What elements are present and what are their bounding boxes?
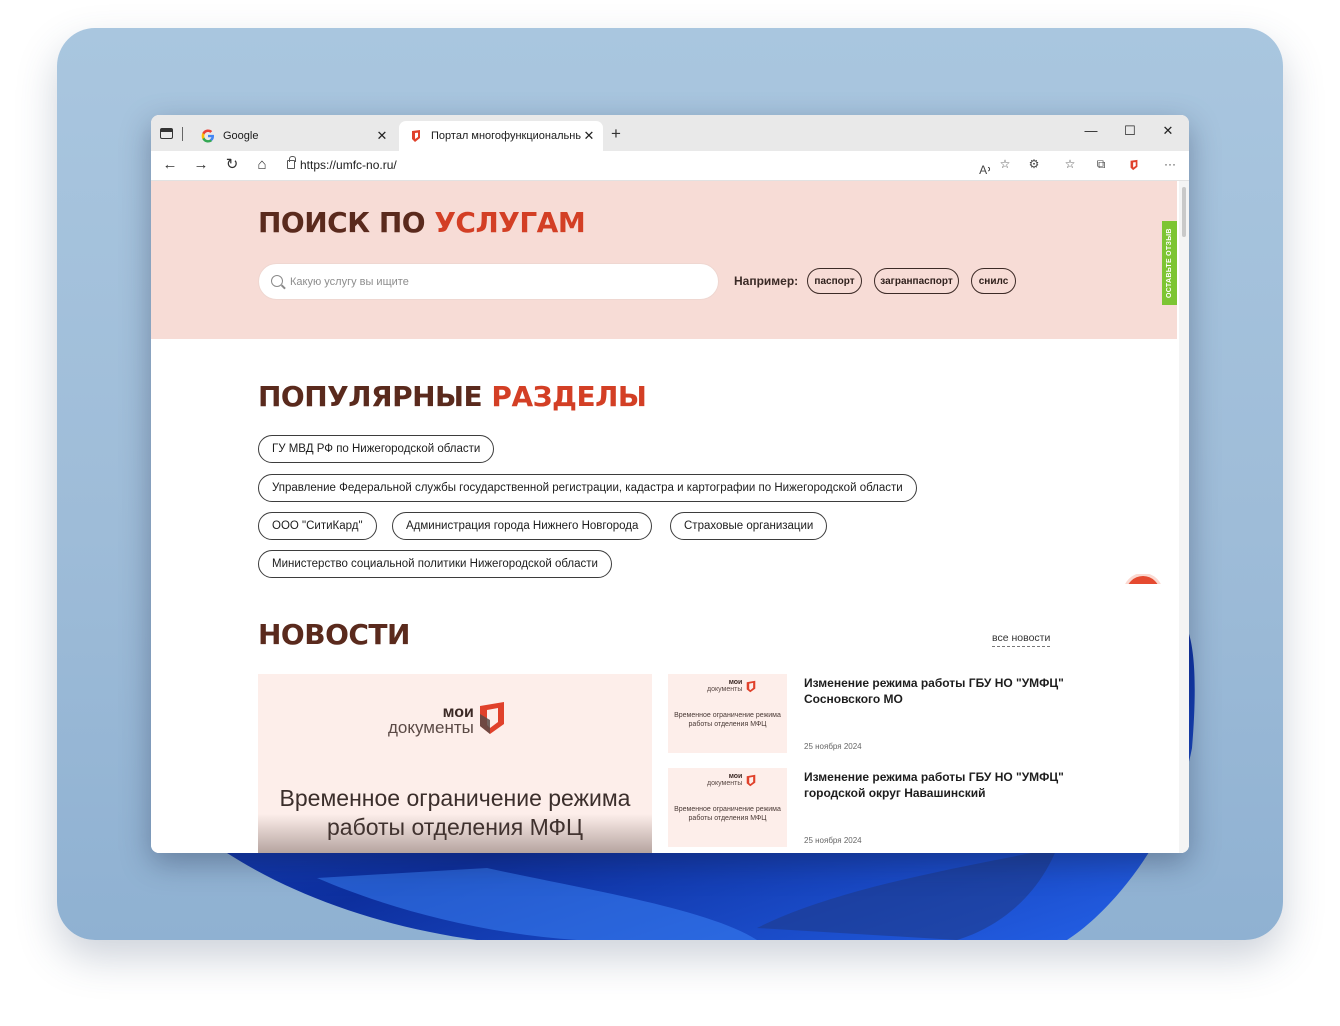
search-heading: ПОИСК ПО УСЛУГАМ (258, 206, 586, 239)
search-section: ПОИСК ПО УСЛУГАМ Например: паспорт загра… (151, 181, 1177, 339)
tab-title: Google (223, 130, 259, 142)
news-item-date: 25 ноября 2024 (804, 742, 862, 751)
scrollbar[interactable] (1179, 181, 1189, 853)
tab-actions-icon[interactable] (160, 128, 173, 139)
news-item-title[interactable]: Изменение режима работы ГБУ НО "УМФЦ" Со… (804, 675, 1074, 707)
browser-window: Google ✕ Портал многофункциональных ✕ + … (151, 115, 1189, 853)
home-icon[interactable]: ⌂ (252, 156, 272, 174)
forward-icon[interactable]: → (191, 156, 211, 174)
maximize-icon[interactable]: ☐ (1120, 123, 1140, 139)
more-menu-icon[interactable]: ··· (1161, 157, 1179, 171)
new-tab-icon[interactable]: + (611, 125, 621, 143)
google-icon (201, 129, 214, 143)
collections-icon[interactable]: ⧉ (1092, 157, 1110, 172)
feedback-tab[interactable]: ОСТАВЬТЕ ОТЗЫВ (1162, 221, 1177, 305)
example-chip-passport[interactable]: паспорт (807, 268, 862, 294)
close-tab-icon[interactable]: ✕ (581, 128, 597, 144)
tab-google[interactable]: Google ✕ (191, 121, 396, 151)
moi-dokumenty-mark-icon (747, 681, 756, 693)
popular-item[interactable]: Управление Федеральной службы государств… (258, 474, 917, 502)
back-icon[interactable]: ← (160, 156, 180, 174)
extensions-icon[interactable]: ⚙ (1025, 157, 1043, 171)
tab-title: Портал многофункциональных (431, 130, 581, 142)
card-fade (258, 814, 652, 853)
page-viewport: ПОИСК ПО УСЛУГАМ Например: паспорт загра… (151, 181, 1189, 853)
read-aloud-icon[interactable]: A᠈ (976, 157, 994, 178)
thumbnail-caption: Временное ограничение режима работы отде… (674, 712, 781, 728)
news-heading: НОВОСТИ (258, 618, 410, 651)
moi-dokumenty-logo: мои документы (707, 679, 756, 693)
example-label: Например: (734, 274, 799, 288)
thumbnail-caption: Временное ограничение режима работы отде… (674, 806, 781, 822)
example-chip-snils[interactable]: снилс (971, 268, 1016, 294)
tab-separator (182, 127, 183, 141)
close-window-icon[interactable]: ✕ (1158, 123, 1178, 139)
all-news-link[interactable]: все новости (992, 632, 1051, 647)
tab-umfc[interactable]: Портал многофункциональных ✕ (399, 121, 603, 151)
close-tab-icon[interactable]: ✕ (374, 128, 390, 144)
popular-item[interactable]: Администрация города Нижнего Новгорода (392, 512, 653, 540)
umfc-extension-icon[interactable] (1128, 159, 1140, 171)
popular-item[interactable]: ООО "СитиКард" (258, 512, 377, 540)
favorite-star-icon[interactable]: ☆ (996, 157, 1014, 171)
popular-item[interactable]: ГУ МВД РФ по Нижегородской области (258, 435, 495, 463)
favorites-icon[interactable]: ☆ (1061, 157, 1079, 171)
scrollbar-thumb[interactable] (1182, 187, 1186, 237)
tab-bar: Google ✕ Портал многофункциональных ✕ + … (151, 115, 1189, 151)
moi-dokumenty-mark-icon (479, 702, 504, 734)
url-field[interactable]: https://umfc-no.ru/ (300, 158, 397, 172)
news-thumbnail[interactable]: мои документы Временное ограничение режи… (668, 674, 787, 753)
moi-dokumenty-mark-icon (747, 775, 756, 787)
moi-dokumenty-logo: мои документы (707, 773, 756, 787)
moi-dokumenty-logo: мои документы (388, 700, 506, 736)
popular-item[interactable]: Министерство социальной политики Нижегор… (258, 550, 612, 578)
search-icon (271, 275, 283, 287)
news-item-title[interactable]: Изменение режима работы ГБУ НО "УМФЦ" го… (804, 769, 1074, 801)
chat-widget-button[interactable] (1123, 574, 1163, 584)
popular-heading: ПОПУЛЯРНЫЕ РАЗДЕЛЫ (258, 380, 647, 413)
popular-item[interactable]: Страховые организации (670, 512, 828, 540)
search-input[interactable] (290, 272, 700, 292)
address-bar: ← → ↻ ⌂ https://umfc-no.ru/ A᠈ ☆ ⚙ ☆ ⧉ ·… (151, 151, 1189, 181)
minimize-icon[interactable]: — (1081, 123, 1101, 138)
lock-icon (287, 156, 296, 169)
featured-news-card[interactable]: мои документы Временное ограничение режи… (258, 674, 652, 853)
news-item-date: 25 ноября 2024 (804, 836, 862, 845)
news-thumbnail[interactable]: мои документы Временное ограничение режи… (668, 768, 787, 847)
refresh-icon[interactable]: ↻ (222, 156, 242, 174)
umfc-icon (412, 130, 420, 142)
service-search[interactable] (258, 263, 719, 300)
example-chip-foreign-passport[interactable]: загранпаспорт (874, 268, 959, 294)
